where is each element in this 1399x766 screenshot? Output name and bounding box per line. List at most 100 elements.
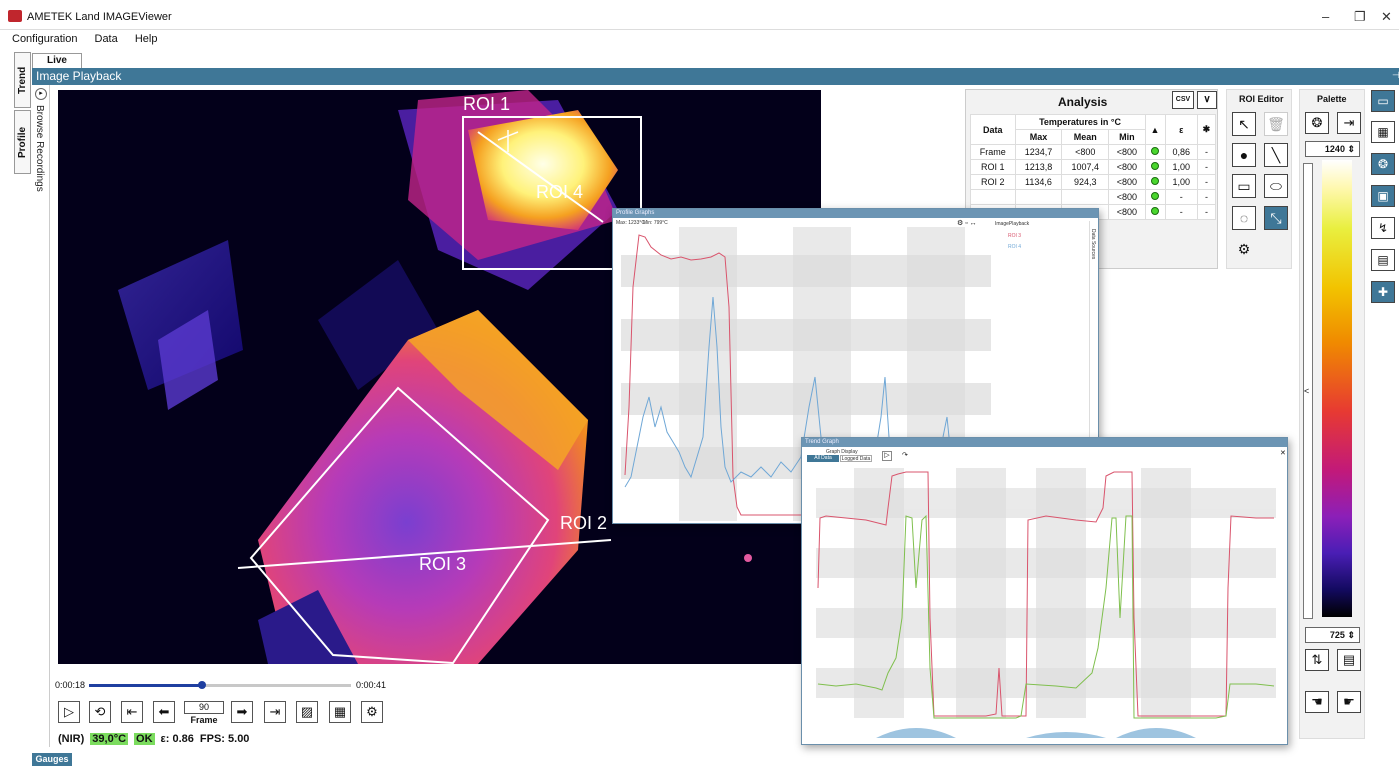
hand-cursor-icon[interactable]: ☚ [1305,691,1329,713]
menu-configuration[interactable]: Configuration [12,30,77,48]
rectangle-roi-icon[interactable]: ▭ [1232,174,1256,198]
col-mean: Mean [1061,129,1110,145]
table-view-icon[interactable]: ▦ [1371,121,1395,143]
playback-slider[interactable] [89,681,351,689]
tab-profile-graphs[interactable]: Profile Graphs [14,110,43,174]
col-eps: ε [1164,114,1198,145]
roi-3-label[interactable]: ROI 3 [419,554,466,575]
table-row[interactable]: Frame 1234,7 <800 <800 0,86- [970,144,1217,160]
ellipse-roi-icon[interactable]: ⬭ [1264,174,1288,198]
select-pointer-icon[interactable]: ↖ [1232,112,1256,136]
export-video-button[interactable]: ▦ [329,701,351,723]
all-data-button[interactable]: All Data [807,455,839,462]
roi-editor-title: ROI Editor [1239,94,1284,104]
camera-temp-badge: 39,0°C [90,733,129,745]
last-frame-button[interactable]: ⇥ [264,701,286,723]
tab-live-image[interactable]: Live Image [32,53,82,80]
profile-min-label: Min: 799°C [643,220,668,226]
tree-item-roi4[interactable]: ROI 4 [1008,244,1021,250]
add-roi-icon[interactable]: ✚ [1371,281,1395,303]
roi-1-label[interactable]: ROI 1 [463,94,510,115]
menu-bar: Configuration Data Help [12,30,1399,50]
title-bar: AMETEK Land IMAGEViewer – ❐ ✕ [0,0,1399,30]
mode-label: (NIR) [58,733,85,745]
tab-gauges[interactable]: Gauges [32,753,72,766]
snapshot-icon[interactable]: ▣ [1371,185,1395,207]
table-row[interactable]: ROI 1 1213,8 1007,4 <800 1,00- [970,159,1217,175]
profile-settings-gear-icon[interactable]: ⚙ ▫ ↔ [957,219,977,227]
app-logo-icon [8,10,22,22]
ambient-icon: ✱ [1196,114,1217,145]
palette-select-icon[interactable]: ❂ [1305,112,1329,134]
frame-value[interactable]: 90 [184,701,224,714]
close-icon[interactable]: ✕ [1381,9,1392,25]
time-end: 0:00:41 [356,680,387,690]
play-trend-icon[interactable]: ▷ [882,451,892,461]
refresh-trend-icon[interactable]: ↷ [902,451,908,459]
col-min: Min [1108,129,1146,145]
palette-max-field[interactable]: 1240 ⇕ [1305,141,1360,157]
browse-recordings-label[interactable]: Browse Recordings [34,105,45,192]
loop-button[interactable]: ⟲ [89,701,111,723]
previous-frame-button[interactable]: ⬅ [153,701,175,723]
freehand-roi-icon[interactable]: ◌ [1232,206,1256,230]
roi-editor-panel: ROI Editor ↖ 🗑 ● ╲ ▭ ⬭ ◌ ⤡ ⚙ [1226,89,1292,269]
palette-title: Palette [1317,94,1347,104]
playback-slider-fill [89,684,202,687]
next-frame-button[interactable]: ➡ [231,701,253,723]
polyline-roi-icon[interactable]: ⤡ [1264,206,1288,230]
hand-grab-icon[interactable]: ☛ [1337,691,1361,713]
trend-graph-window[interactable]: Trend Graph Graph Display All Data Logge… [801,437,1288,745]
roi-settings-gear-icon[interactable]: ⚙ [1232,238,1256,262]
close-trend-icon[interactable]: ✕ [1280,449,1286,457]
browse-recordings-strip[interactable]: ▸ Browse Recordings [32,85,50,747]
menu-data[interactable]: Data [95,30,118,48]
swap-range-icon[interactable]: ⇅ [1305,649,1329,671]
menu-help[interactable]: Help [135,30,158,48]
pin-icon[interactable]: ⊣ [1392,70,1399,81]
trend-graph-title: Trend Graph [802,438,1287,447]
time-start: 0:00:18 [55,680,86,690]
roi-2-label[interactable]: ROI 2 [560,513,607,534]
first-frame-button[interactable]: ⇤ [121,701,143,723]
palette-range-icon[interactable]: ⇥ [1337,112,1361,134]
status-dot-icon [1151,177,1159,185]
fps-label: FPS: 5.00 [199,733,250,745]
delete-icon[interactable]: 🗑 [1264,112,1288,136]
snapshot-image-button[interactable]: ▨ [296,701,318,723]
analysis-table: Data Temperatures in °C ▲ ε ✱ Max Mean M… [970,114,1217,220]
palette-range-slider[interactable]: < [1303,163,1313,619]
table-row[interactable]: ROI 2 1134,6 924,3 <800 1,00- [970,174,1217,190]
table-row[interactable]: <800- - [970,189,1217,205]
tree-item-roi3[interactable]: ROI 3 [1008,233,1021,239]
export-csv-button[interactable]: CSV [1172,91,1194,109]
status-dot-icon [1151,192,1159,200]
col-temps: Temperatures in °C [1014,114,1146,130]
collapse-arrow-icon[interactable]: < [1304,386,1309,396]
palette-colorbar[interactable] [1322,160,1352,617]
settings-gear-icon[interactable]: ⚙ [361,701,383,723]
chevron-down-icon[interactable]: ∨ [1197,91,1217,109]
right-toolbar: ▭ ▦ ❂ ▣ ↯ ▤ ✚ [1368,85,1399,747]
line-roi-icon[interactable]: ╲ [1264,143,1288,167]
play-button[interactable]: ▷ [58,701,80,723]
tab-trend-graph[interactable]: Trend Graph [14,52,43,108]
palette-colors-icon[interactable]: ▤ [1337,649,1361,671]
image-view-icon[interactable]: ▭ [1371,90,1395,112]
palette-min-field[interactable]: 725 ⇕ [1305,627,1360,643]
frame-counter[interactable]: 90 Frame [184,701,224,725]
restore-icon[interactable]: ❐ [1354,9,1366,25]
data-sources-label: Data Sources [1090,229,1096,260]
palette-icon[interactable]: ❂ [1371,153,1395,175]
expand-icon[interactable]: ▸ [35,88,47,100]
report-icon[interactable]: ▤ [1371,249,1395,271]
point-roi-icon[interactable]: ● [1232,143,1256,167]
roi-4-label[interactable]: ROI 4 [536,182,583,203]
tree-root-label[interactable]: ImagePlayback [995,221,1029,227]
minimize-icon[interactable]: – [1322,9,1329,24]
logged-data-button[interactable]: Logged Data [840,455,872,462]
profile-max-label: Max: 1233°C [616,220,645,226]
playback-slider-thumb[interactable] [197,681,206,689]
zoom-icon[interactable]: ↯ [1371,217,1395,239]
image-playback-header: Image Playback [32,68,1399,85]
